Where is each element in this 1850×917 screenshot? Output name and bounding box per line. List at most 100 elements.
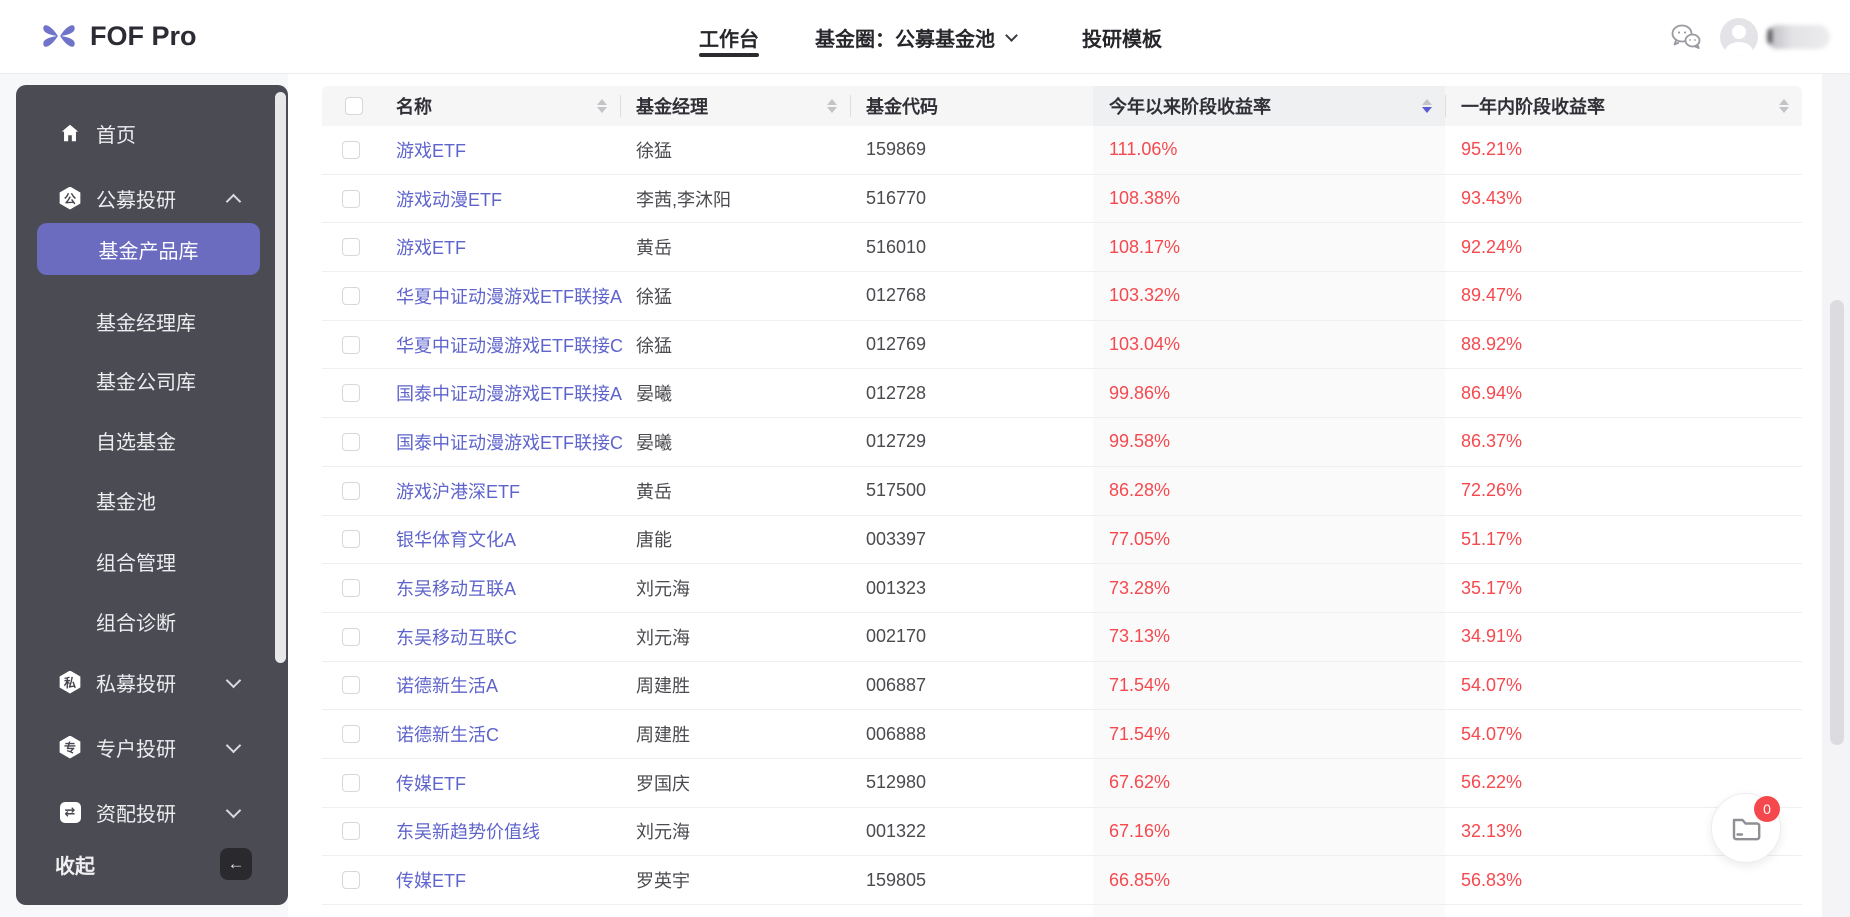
sort-icon-active-desc[interactable] [1422, 99, 1432, 113]
row-checkbox[interactable] [342, 140, 360, 159]
sort-icon[interactable] [827, 99, 837, 113]
fund-name-link[interactable]: 国泰中证动漫游戏ETF联接A [396, 380, 622, 406]
tab-fund-circle[interactable]: 基金圈：公募基金池 [815, 0, 1018, 74]
sidebar-group-label: 公募投研 [96, 189, 176, 212]
fund-name-link[interactable]: 银华体育文化A [396, 526, 516, 552]
fund-name-link[interactable]: 游戏动漫ETF [396, 186, 502, 212]
fund-name-link[interactable]: 华夏中证动漫游戏ETF联接A [396, 283, 622, 309]
sidebar-subitem-3[interactable]: 自选基金 [16, 425, 288, 455]
wechat-icon[interactable] [1670, 23, 1702, 51]
sidebar-group-private-fund[interactable]: 私 私募投研 [16, 667, 288, 697]
fund-manager-cell: 李茜,李沐阳 [636, 189, 732, 210]
sidebar-subitem-label: 自选基金 [96, 431, 176, 454]
fund-manager-cell: 周建胜 [636, 676, 690, 697]
row-checkbox[interactable] [342, 286, 360, 305]
header-checkbox-cell [322, 86, 380, 126]
app-title: FOF Pro [90, 20, 197, 51]
sidebar-group-public-fund[interactable]: 公 公募投研 [16, 183, 288, 213]
fund-name-link[interactable]: 东吴移动互联A [396, 575, 516, 601]
row-checkbox[interactable] [342, 579, 360, 598]
row-checkbox[interactable] [342, 627, 360, 646]
row-checkbox[interactable] [342, 725, 360, 744]
table-row-partial [322, 905, 1802, 917]
fund-name-link[interactable]: 东吴移动互联C [396, 624, 517, 650]
fund-name-link[interactable]: 传媒ETF [396, 867, 466, 893]
column-label: 今年以来阶段收益率 [1109, 97, 1271, 117]
sidebar-subitem-1[interactable]: 基金经理库 [16, 306, 288, 336]
fund-name-link[interactable]: 诺德新生活A [396, 672, 498, 698]
fund-manager-cell: 黄岳 [636, 238, 672, 259]
fund-name-link[interactable]: 华夏中证动漫游戏ETF联接C [396, 332, 623, 358]
table-row-7: 游戏沪港深ETF 黄岳 517500 86.28% 72.26% [322, 466, 1802, 516]
tab-research-template-label: 投研模板 [1082, 28, 1162, 51]
row-checkbox[interactable] [342, 530, 360, 549]
fund-manager-cell: 徐猛 [636, 140, 672, 161]
fund-name-link[interactable]: 游戏沪港深ETF [396, 478, 520, 504]
sidebar-collapse: 收起 ← [16, 848, 288, 880]
tab-research-template[interactable]: 投研模板 [1082, 0, 1162, 74]
row-checkbox-cell [322, 223, 380, 271]
page-scrollbar-track [1822, 74, 1850, 917]
fund-name-cell: 诺德新生活C [380, 710, 620, 758]
tab-workbench[interactable]: 工作台 [699, 0, 759, 74]
fund-code-cell: 012728 [866, 382, 927, 403]
fund-name-cell: 游戏沪港深ETF [380, 467, 620, 515]
collapse-arrow-button[interactable]: ← [220, 848, 252, 880]
sidebar-subitem-2[interactable]: 基金公司库 [16, 365, 288, 395]
sidebar-group-label: 私募投研 [96, 673, 176, 696]
header-manager: 基金经理 [620, 86, 850, 126]
username-redacted[interactable] [1766, 25, 1830, 49]
chevron-down-icon [225, 672, 242, 688]
table-row-12: 诺德新生活C 周建胜 006888 71.54% 54.07% [322, 710, 1802, 759]
row-checkbox[interactable] [342, 432, 360, 451]
row-checkbox-cell [322, 321, 380, 369]
row-checkbox[interactable] [342, 676, 360, 695]
fund-name-link[interactable]: 传媒ETF [396, 770, 466, 796]
fund-basket-button[interactable]: 0 [1711, 793, 1781, 863]
chevron-down-icon [225, 802, 242, 818]
one-year-return-cell: 35.17% [1461, 577, 1523, 598]
sort-icon[interactable] [1779, 99, 1789, 113]
sidebar-item-home[interactable]: 首页 [16, 118, 288, 148]
page-scrollbar-thumb[interactable] [1830, 300, 1844, 745]
table-row-9: 东吴移动互联A 刘元海 001323 73.28% 35.17% [322, 564, 1802, 613]
row-checkbox-cell [322, 369, 380, 417]
fund-code-cell: 517500 [866, 480, 927, 501]
fund-name-link[interactable]: 东吴新趋势价值线 [396, 818, 540, 844]
row-checkbox[interactable] [342, 335, 360, 354]
sidebar-subitem-0-selected[interactable]: 基金产品库 [37, 223, 260, 275]
fund-name-link[interactable]: 游戏ETF [396, 234, 466, 260]
fund-code-cell: 012768 [866, 285, 927, 306]
row-checkbox[interactable] [342, 481, 360, 500]
sidebar-group-special-account[interactable]: 专 专户投研 [16, 732, 288, 762]
table-row-4: 华夏中证动漫游戏ETF联接C 徐猛 012769 103.04% 88.92% [322, 320, 1802, 370]
fund-name-link[interactable]: 国泰中证动漫游戏ETF联接C [396, 429, 623, 455]
select-all-checkbox[interactable] [345, 97, 363, 115]
fab-badge: 0 [1754, 796, 1780, 822]
fund-name-link[interactable]: 诺德新生活C [396, 721, 499, 747]
row-checkbox-cell [322, 662, 380, 710]
sidebar-subitem-4[interactable]: 基金池 [16, 485, 288, 515]
ytd-return-cell: 77.05% [1093, 515, 1445, 564]
row-checkbox[interactable] [342, 238, 360, 257]
row-checkbox[interactable] [342, 384, 360, 403]
row-checkbox[interactable] [342, 189, 360, 208]
sort-icon[interactable] [597, 99, 607, 113]
fund-name-link[interactable]: 游戏ETF [396, 137, 466, 163]
butterfly-logo-icon [43, 25, 75, 47]
fund-manager-cell: 徐猛 [636, 286, 672, 307]
one-year-return-cell: 86.94% [1461, 382, 1523, 403]
public-fund-badge-icon: 公 [58, 186, 82, 210]
fund-code-cell: 002170 [866, 626, 927, 647]
row-checkbox[interactable] [342, 871, 360, 890]
sidebar-subitem-6[interactable]: 组合诊断 [16, 606, 288, 636]
user-avatar[interactable] [1720, 18, 1758, 56]
fund-manager-cell: 晏曦 [636, 432, 672, 453]
row-checkbox[interactable] [342, 773, 360, 792]
ytd-return-cell: 99.58% [1093, 418, 1445, 466]
asset-allocation-icon: ⇄ [58, 800, 82, 824]
sidebar-group-asset-allocation[interactable]: ⇄ 资配投研 [16, 797, 288, 827]
one-year-return-cell: 92.24% [1461, 236, 1523, 257]
row-checkbox[interactable] [342, 822, 360, 841]
sidebar-subitem-5[interactable]: 组合管理 [16, 546, 288, 576]
